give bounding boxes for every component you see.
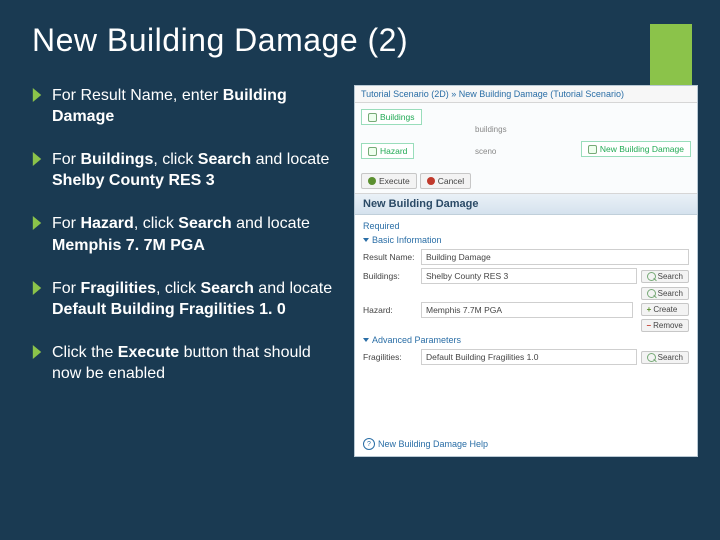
- plus-icon: +: [647, 305, 652, 314]
- bullet-item: For Result Name, enter Building Damage: [30, 85, 340, 127]
- accent-block: [650, 24, 692, 88]
- bullet-item: Click the Execute button that should now…: [30, 342, 340, 384]
- search-button[interactable]: Search: [641, 270, 689, 283]
- chevron-right-icon: [30, 216, 44, 230]
- chevron-down-icon: [363, 238, 369, 242]
- row-buildings: Buildings: Shelby County RES 3 Search: [363, 268, 689, 284]
- chevron-down-icon: [363, 338, 369, 342]
- cancel-button[interactable]: Cancel: [420, 173, 471, 189]
- field-label: Fragilities:: [363, 352, 421, 362]
- bullet-list: For Result Name, enter Building Damage F…: [30, 85, 340, 457]
- node-icon: [588, 145, 597, 154]
- row-fragilities: Fragilities: Default Building Fragilitie…: [363, 349, 689, 365]
- fragilities-input[interactable]: Default Building Fragilities 1.0: [421, 349, 637, 365]
- chevron-right-icon: [30, 345, 44, 359]
- advanced-disclosure[interactable]: Advanced Parameters: [363, 335, 689, 345]
- bullet-item: For Hazard, click Search and locate Memp…: [30, 213, 340, 255]
- field-label: Buildings:: [363, 271, 421, 281]
- bullet-text: For Hazard, click Search and locate Memp…: [52, 213, 340, 255]
- row-result-name: Result Name: Building Damage: [363, 249, 689, 265]
- search-icon: [647, 272, 656, 281]
- stop-icon: [427, 177, 435, 185]
- canvas-toolbar: Execute Cancel: [361, 173, 471, 189]
- result-name-input[interactable]: Building Damage: [421, 249, 689, 265]
- bullet-text: For Buildings, click Search and locate S…: [52, 149, 340, 191]
- node-hazard[interactable]: Hazard: [361, 143, 414, 159]
- execute-button[interactable]: Execute: [361, 173, 417, 189]
- search-icon: [647, 289, 656, 298]
- node-buildings[interactable]: Buildings: [361, 109, 422, 125]
- bullet-text: Click the Execute button that should now…: [52, 342, 340, 384]
- help-link[interactable]: ?New Building Damage Help: [363, 438, 488, 450]
- slide-title: New Building Damage (2): [32, 22, 408, 59]
- node-icon: [368, 147, 377, 156]
- bullet-text: For Fragilities, click Search and locate…: [52, 278, 340, 320]
- field-label: Result Name:: [363, 252, 421, 262]
- node-analysis[interactable]: New Building Damage: [581, 141, 691, 157]
- workflow-canvas[interactable]: Buildings buildings Hazard sceno New Bui…: [355, 103, 697, 194]
- buildings-input[interactable]: Shelby County RES 3: [421, 268, 637, 284]
- chevron-right-icon: [30, 281, 44, 295]
- bullet-item: For Buildings, click Search and locate S…: [30, 149, 340, 191]
- create-button[interactable]: +Create: [641, 303, 689, 316]
- search-button[interactable]: Search: [641, 351, 689, 364]
- breadcrumb[interactable]: Tutorial Scenario (2D) » New Building Da…: [355, 86, 697, 103]
- remove-button[interactable]: –Remove: [641, 319, 689, 332]
- chevron-right-icon: [30, 152, 44, 166]
- panel-title: New Building Damage: [355, 194, 697, 215]
- chevron-right-icon: [30, 88, 44, 102]
- node-icon: [368, 113, 377, 122]
- app-screenshot: Tutorial Scenario (2D) » New Building Da…: [354, 85, 698, 457]
- edge-label: sceno: [475, 147, 496, 156]
- bullet-item: For Fragilities, click Search and locate…: [30, 278, 340, 320]
- search-button[interactable]: Search: [641, 287, 689, 300]
- field-label: Hazard:: [363, 305, 421, 315]
- required-label: Required: [363, 221, 689, 231]
- play-icon: [368, 177, 376, 185]
- help-icon: ?: [363, 438, 375, 450]
- bullet-text: For Result Name, enter Building Damage: [52, 85, 340, 127]
- search-icon: [647, 353, 656, 362]
- panel-body: Required Basic Information Result Name: …: [355, 215, 697, 374]
- basic-info-disclosure[interactable]: Basic Information: [363, 235, 689, 245]
- hazard-input[interactable]: Memphis 7.7M PGA: [421, 302, 633, 318]
- edge-label: buildings: [475, 125, 507, 134]
- minus-icon: –: [647, 321, 651, 330]
- slide: New Building Damage (2) For Result Name,…: [0, 0, 720, 540]
- row-hazard: Hazard: Memphis 7.7M PGA Search +Create …: [363, 287, 689, 332]
